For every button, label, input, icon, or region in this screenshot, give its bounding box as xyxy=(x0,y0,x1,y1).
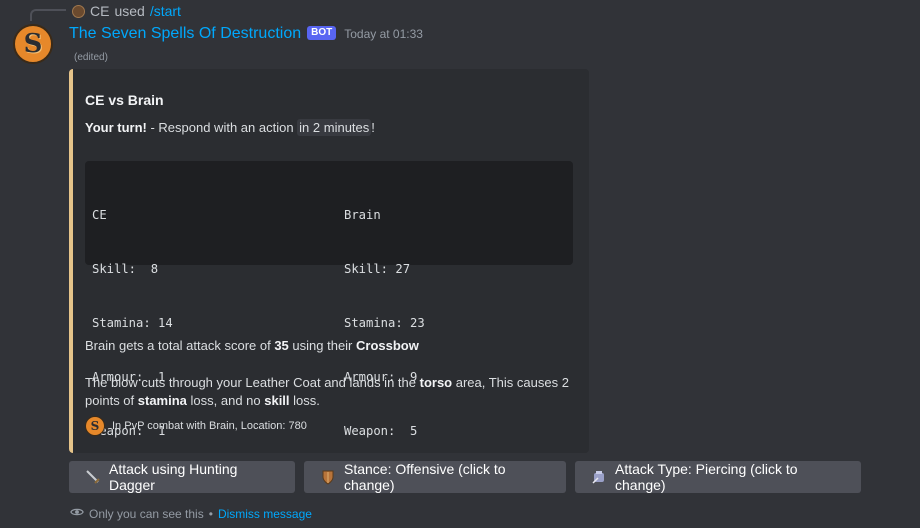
blow-mid2: loss, and no xyxy=(186,393,265,408)
attack-pre: Brain gets a total attack score of xyxy=(85,338,275,353)
dismiss-link[interactable]: Dismiss message xyxy=(218,507,312,521)
stats-codeblock: CE Skill: 8 Stamina: 14 Armour: 1 Weapon… xyxy=(85,161,573,438)
blow-stat-skill: skill xyxy=(264,393,290,408)
attack-type-button[interactable]: Attack Type: Piercing (click to change) xyxy=(575,461,861,493)
footer-icon: S xyxy=(85,416,105,436)
turn-text: - Respond with an action xyxy=(146,120,298,135)
blow-description: The blow cuts through your Leather Coat … xyxy=(85,374,575,410)
player-b-weapon: Weapon: 5 xyxy=(344,424,418,438)
turn-timer: in 2 minutes xyxy=(297,119,372,136)
turn-prompt: Your turn! - Respond with an action in 2… xyxy=(85,119,375,136)
edited-label: (edited) xyxy=(74,52,108,63)
combat-embed: CE vs Brain Your turn! - Respond with an… xyxy=(69,69,589,453)
blow-end: loss. xyxy=(289,393,320,408)
bot-avatar[interactable]: S xyxy=(13,24,53,64)
blow-area: torso xyxy=(419,375,453,390)
reply-bar: CE used /start xyxy=(72,3,181,19)
action-buttons: Attack using Hunting Dagger Stance: Offe… xyxy=(69,461,861,493)
blow-stat-stamina: stamina xyxy=(137,393,187,408)
attack-button[interactable]: Attack using Hunting Dagger xyxy=(69,461,295,493)
attack-type-button-label: Attack Type: Piercing (click to change) xyxy=(615,461,798,493)
reply-user-avatar[interactable] xyxy=(72,4,85,18)
attack-button-label: Attack using Hunting Dagger xyxy=(109,461,238,493)
player-a-skill: Skill: 8 xyxy=(92,262,159,276)
player-b-name: Brain xyxy=(344,208,381,222)
player-b-stats: Brain Skill: 27 Stamina: 23 Armour: 9 We… xyxy=(344,170,425,476)
player-b-skill: Skill: 27 xyxy=(344,262,411,276)
author-name[interactable]: The Seven Spells Of Destruction xyxy=(69,25,301,43)
reply-connector xyxy=(30,9,66,21)
footer-text: In PvP combat with Brain, Location: 780 xyxy=(112,420,307,432)
ephemeral-separator: • xyxy=(208,506,213,521)
bot-badge: BOT xyxy=(307,26,337,40)
armor-icon xyxy=(591,469,607,485)
attack-mid: using their xyxy=(288,338,356,353)
shield-icon xyxy=(320,469,336,485)
reply-user[interactable]: CE xyxy=(90,3,109,19)
turn-end: ! xyxy=(371,120,375,135)
player-a-name: CE xyxy=(92,208,107,222)
player-b-stamina: Stamina: 23 xyxy=(344,316,425,330)
message-timestamp: Today at 01:33 xyxy=(344,27,423,41)
ephemeral-notice: Only you can see this • Dismiss message xyxy=(70,505,312,522)
ephemeral-text: Only you can see this xyxy=(89,506,204,521)
stance-button-label: Stance: Offensive (click to change) xyxy=(344,461,506,493)
embed-footer: S In PvP combat with Brain, Location: 78… xyxy=(85,416,307,436)
attack-score-line: Brain gets a total attack score of 35 us… xyxy=(85,338,419,353)
dagger-icon xyxy=(85,469,101,485)
message-header: The Seven Spells Of Destruction BOT Toda… xyxy=(69,23,423,45)
reply-used-text: used xyxy=(114,3,145,19)
reply-command[interactable]: /start xyxy=(150,3,181,19)
blow-pre: The blow cuts through your Leather Coat … xyxy=(85,375,420,390)
attack-weapon: Crossbow xyxy=(356,338,419,353)
player-a-stamina: Stamina: 14 xyxy=(92,316,173,330)
attack-score: 35 xyxy=(274,338,289,353)
stance-button[interactable]: Stance: Offensive (click to change) xyxy=(304,461,566,493)
eye-icon xyxy=(70,505,84,522)
embed-title: CE vs Brain xyxy=(85,92,164,108)
turn-bold: Your turn! xyxy=(85,120,147,135)
